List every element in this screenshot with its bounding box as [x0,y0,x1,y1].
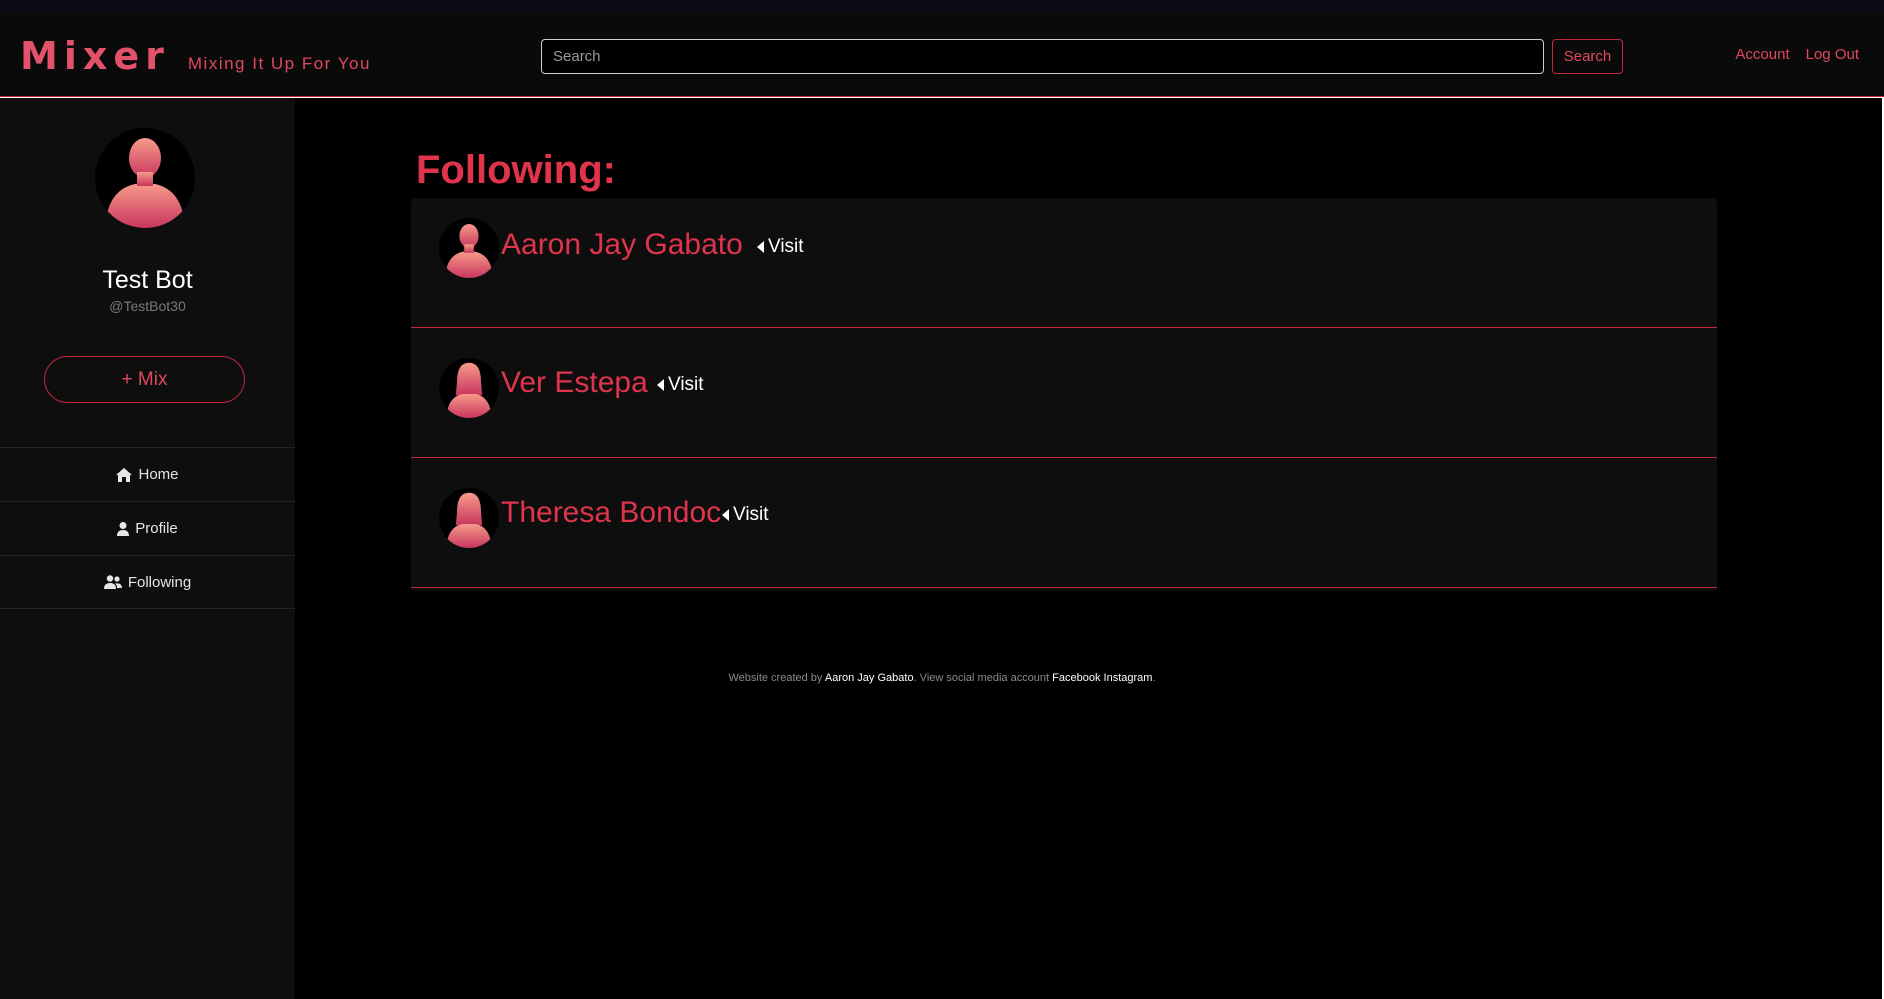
brand-title[interactable]: Mixer [20,34,170,78]
male-avatar-icon [105,138,185,228]
following-name[interactable]: Ver Estepa [501,366,648,400]
visit-label: Visit [668,374,704,395]
list-item: Aaron Jay Gabato Visit [411,198,1717,328]
app-root: Mixer Mixing It Up For You Search Accoun… [0,0,1884,999]
page-title: Following: [416,148,616,192]
caret-left-icon [657,379,664,391]
home-icon [116,467,133,482]
sidebar-item-home[interactable]: Home [0,447,295,501]
following-list: Aaron Jay Gabato Visit Ver Estepa Visit … [411,198,1717,591]
sidebar-item-label: Profile [135,520,178,537]
author-link[interactable]: Aaron Jay Gabato [825,672,914,684]
sidebar-item-label: Home [138,466,179,483]
visit-link[interactable]: Visit [722,504,769,526]
footer: Website created by Aaron Jay Gabato. Vie… [0,672,1884,684]
visit-label: Visit [768,236,804,257]
search-input[interactable] [541,39,1544,74]
instagram-link[interactable]: Instagram [1104,672,1153,684]
profile-handle: @TestBot30 [109,298,186,314]
avatar[interactable] [439,358,499,418]
user-icon [117,521,130,536]
caret-left-icon [757,241,764,253]
brand-tagline: Mixing It Up For You [187,54,371,73]
logout-link[interactable]: Log Out [1806,46,1859,63]
list-item: Ver Estepa Visit [411,328,1717,458]
following-name[interactable]: Aaron Jay Gabato [501,228,743,262]
following-name[interactable]: Theresa Bondoc [501,496,721,530]
browser-top-strip [0,0,1884,12]
users-icon [103,575,122,589]
account-link[interactable]: Account [1735,46,1789,63]
sidebar-nav: Home Profile Following [0,447,295,609]
visit-label: Visit [733,504,769,525]
brand[interactable]: Mixer Mixing It Up For You [20,34,371,78]
profile-name: Test Bot [102,266,193,294]
avatar[interactable] [439,218,499,278]
visit-link[interactable]: Visit [757,236,804,258]
sidebar-item-following[interactable]: Following [0,555,295,609]
sidebar: Test Bot @TestBot30 + Mix Home Profile F [0,98,295,999]
add-mix-button[interactable]: + Mix [44,356,245,403]
footer-middle: . View social media account [913,672,1050,684]
sidebar-item-profile[interactable]: Profile [0,501,295,555]
footer-prefix: Website created by [728,672,823,684]
male-avatar-icon [445,224,493,278]
facebook-link[interactable]: Facebook [1052,672,1100,684]
search-button[interactable]: Search [1552,39,1623,74]
avatar[interactable] [439,488,499,548]
footer-suffix: . [1152,672,1156,684]
visit-link[interactable]: Visit [657,374,704,396]
female-avatar-icon [446,492,492,548]
navbar: Mixer Mixing It Up For You Search Accoun… [0,12,1884,97]
female-avatar-icon [446,362,492,418]
sidebar-item-label: Following [127,573,192,591]
caret-left-icon [722,509,729,521]
top-nav-links: Account Log Out [1735,46,1859,63]
profile-avatar[interactable] [95,128,195,228]
list-item: Theresa Bondoc Visit [411,458,1717,588]
